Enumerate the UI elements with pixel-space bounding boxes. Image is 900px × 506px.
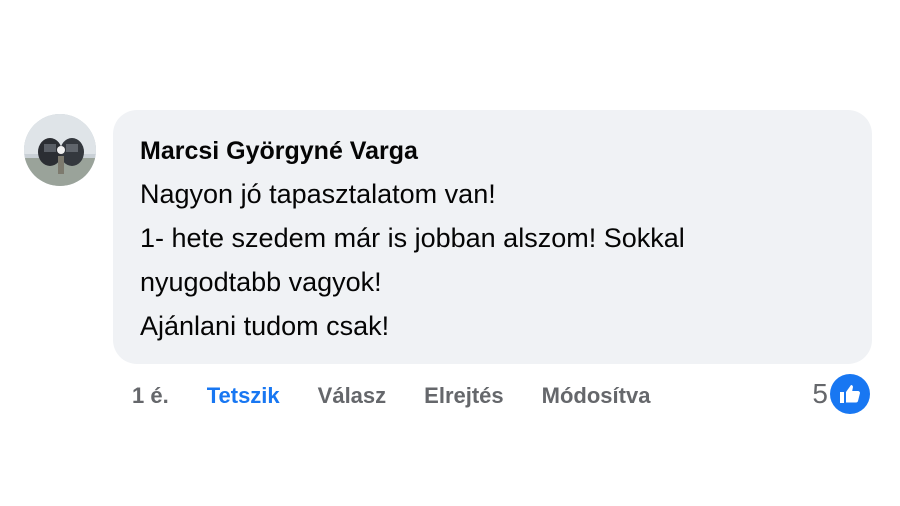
hide-button[interactable]: Elrejtés <box>424 383 504 409</box>
comment-timestamp[interactable]: 1 é. <box>132 383 169 409</box>
comment-bubble: Marcsi Györgyné Varga Nagyon jó tapaszta… <box>113 110 872 364</box>
comment-author[interactable]: Marcsi Györgyné Varga <box>140 136 844 168</box>
comment-text-line: Nagyon jó tapasztalatom van! <box>140 179 496 209</box>
comment-text-line: 1- hete szedem már is jobban alszom! Sok… <box>140 223 685 253</box>
reaction-count: 5 <box>812 378 828 409</box>
avatar[interactable] <box>24 114 96 186</box>
reaction-summary[interactable]: 5 <box>812 374 870 414</box>
reply-button[interactable]: Válasz <box>318 383 387 409</box>
edited-label[interactable]: Módosítva <box>542 383 651 409</box>
comment-text-line: Ajánlani tudom csak! <box>140 311 390 341</box>
like-button[interactable]: Tetszik <box>207 383 280 409</box>
thumbs-up-icon <box>830 374 870 414</box>
avatar-image <box>24 114 96 186</box>
comment-actions: 1 é. Tetszik Válasz Elrejtés Módosítva <box>132 378 688 414</box>
comment-text-line: nyugodtabb vagyok! <box>140 267 382 297</box>
